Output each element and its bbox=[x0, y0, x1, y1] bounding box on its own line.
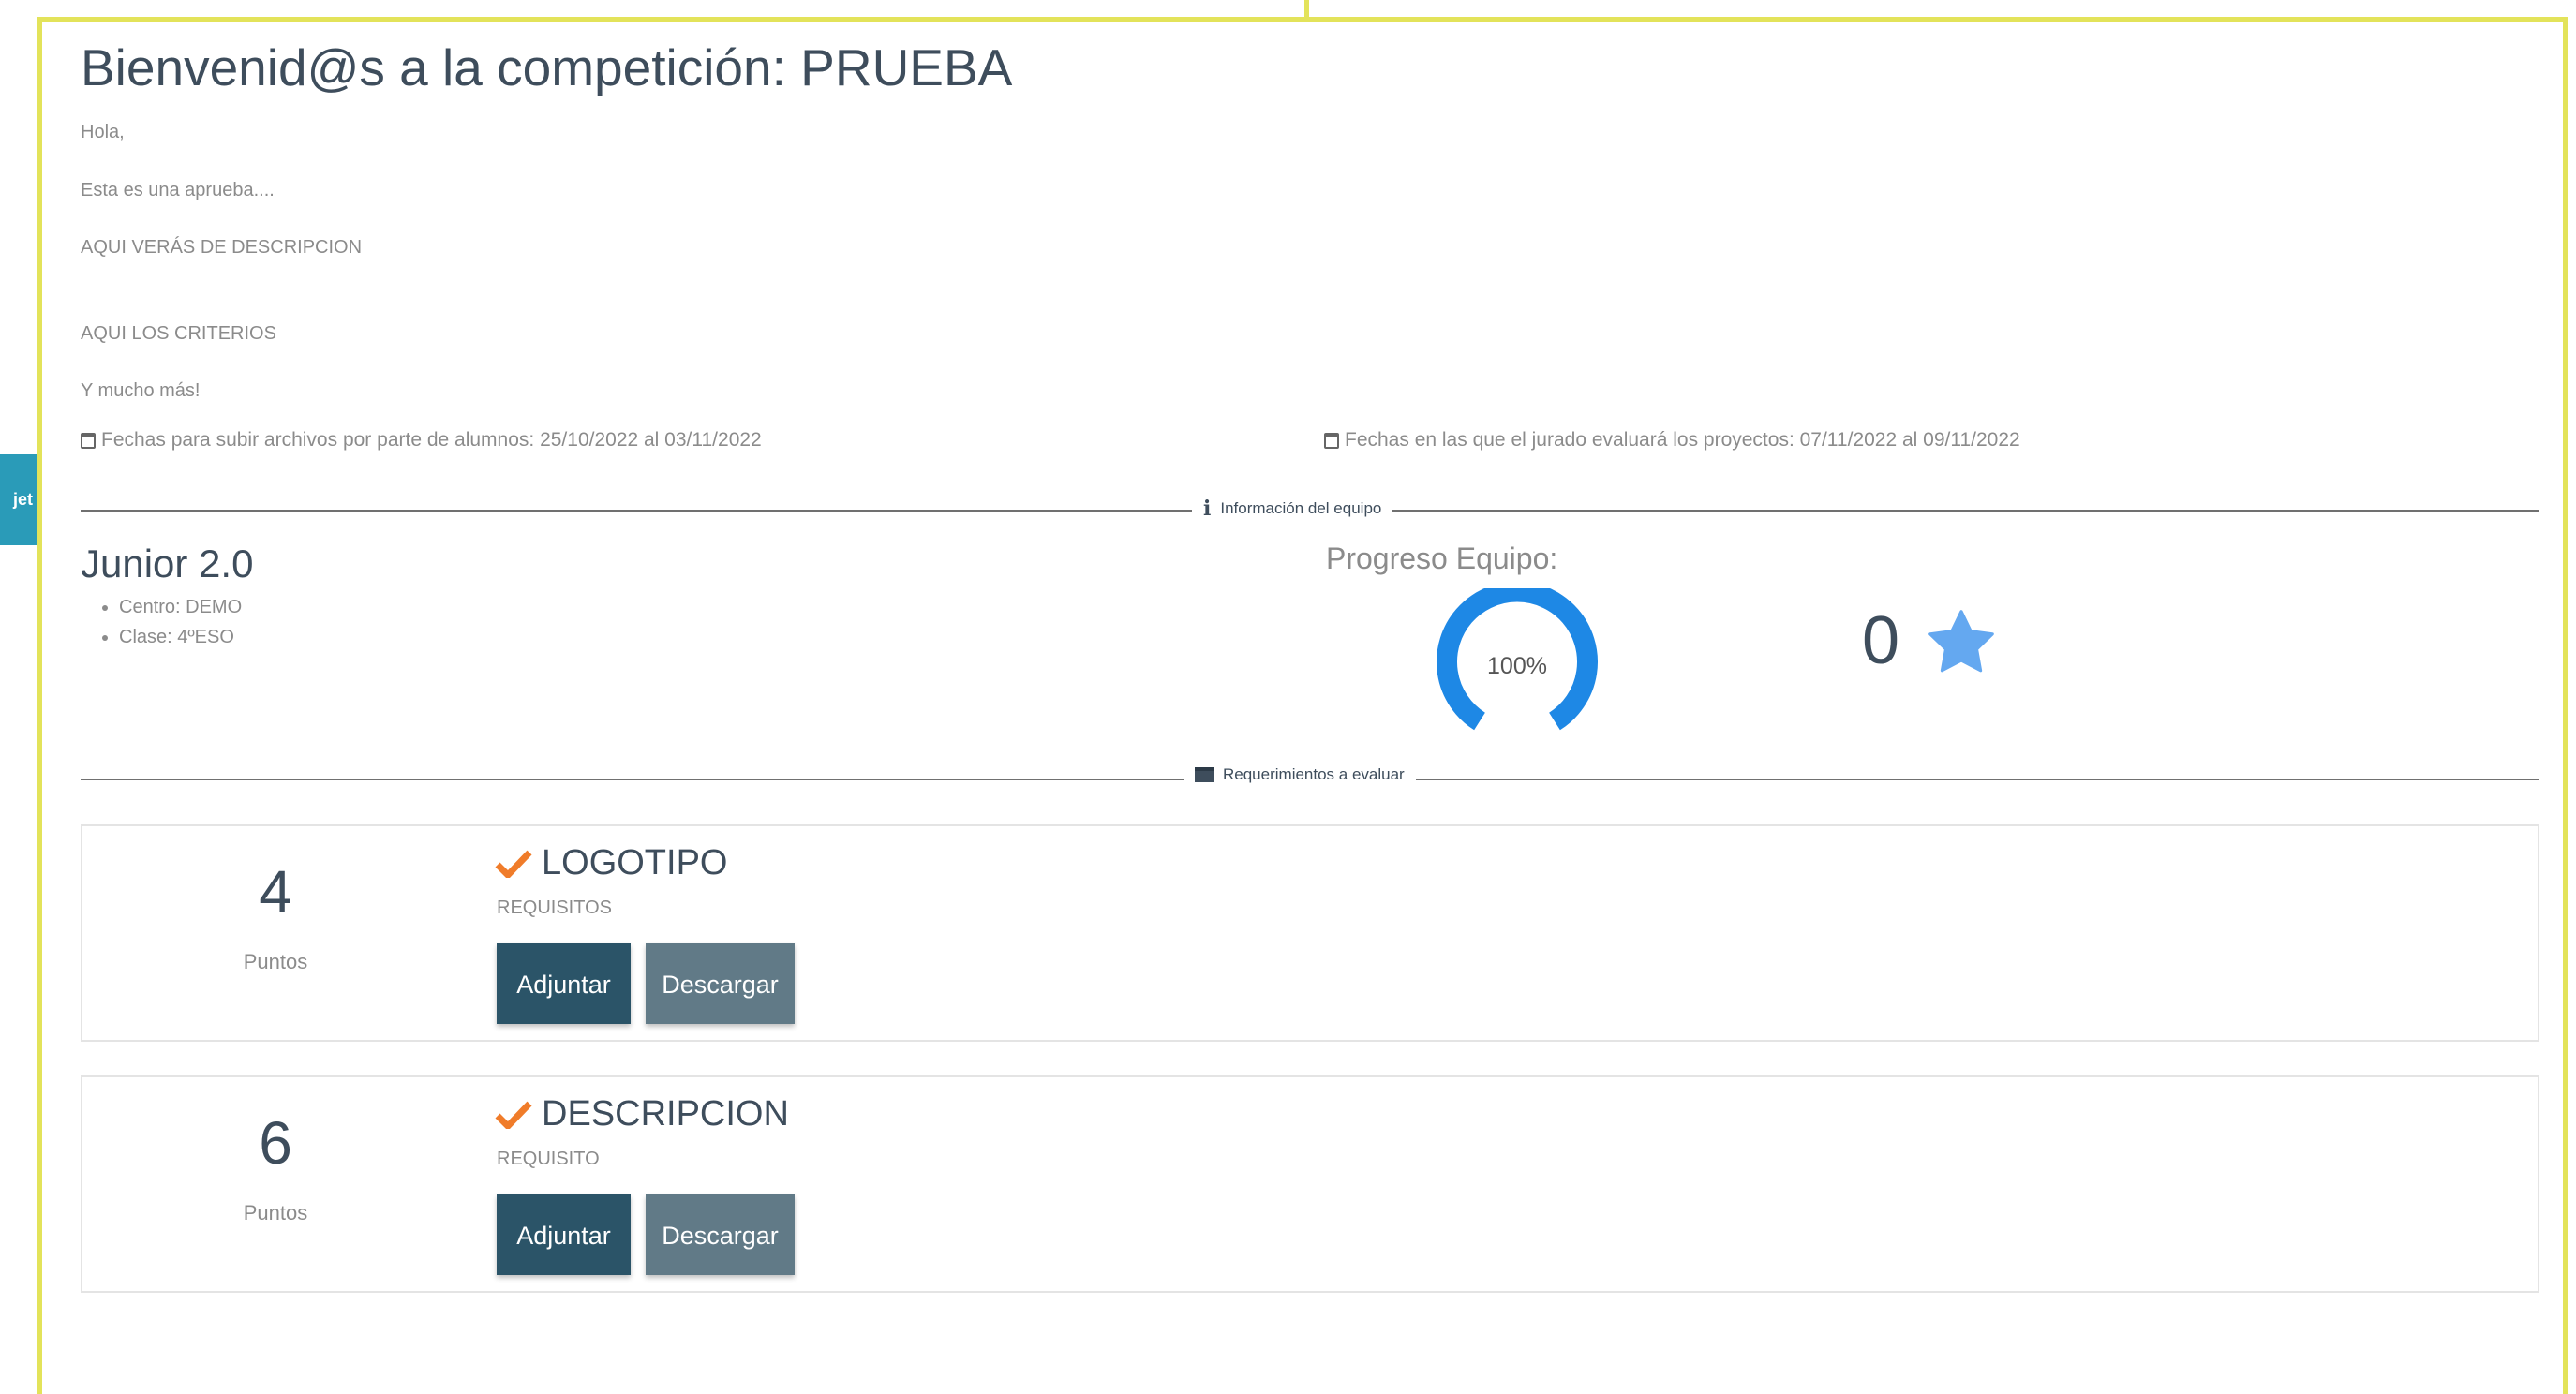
requirement-title: DESCRIPCION bbox=[495, 1094, 789, 1134]
requirement-card: 6 Puntos DESCRIPCION REQUISITO Adjuntar … bbox=[81, 1075, 2539, 1293]
side-tab-label: jet bbox=[13, 490, 34, 509]
description-line: AQUI LOS CRITERIOS bbox=[81, 323, 276, 344]
download-button[interactable]: Descargar bbox=[646, 1194, 795, 1275]
stars-count: 0 bbox=[1862, 603, 1900, 678]
requirements-heading: Requerimientos a evaluar bbox=[1184, 765, 1416, 784]
jury-dates-text: Fechas en las que el jurado evaluará los… bbox=[1345, 429, 2020, 451]
download-button[interactable]: Descargar bbox=[646, 943, 795, 1024]
upload-dates: Fechas para subir archivos por parte de … bbox=[81, 429, 762, 452]
team-info-heading-text: Información del equipo bbox=[1220, 499, 1382, 517]
requirement-subtitle: REQUISITOS bbox=[497, 897, 612, 918]
requirement-points: 4 bbox=[259, 858, 292, 926]
description-line: AQUI VERÁS DE DESCRIPCION bbox=[81, 237, 363, 258]
description-line: Hola, bbox=[81, 122, 125, 142]
check-icon bbox=[495, 1101, 532, 1129]
attach-button[interactable]: Adjuntar bbox=[497, 1194, 631, 1275]
requirement-title: LOGOTIPO bbox=[495, 843, 727, 883]
frame-notch bbox=[1304, 0, 1309, 17]
description-line: Y mucho más! bbox=[81, 380, 201, 401]
team-detail-centro: Centro: DEMO bbox=[119, 592, 242, 622]
attach-button[interactable]: Adjuntar bbox=[497, 943, 631, 1024]
page-title: Bienvenid@s a la competición: PRUEBA bbox=[81, 38, 1013, 96]
team-name: Junior 2.0 bbox=[81, 541, 254, 586]
description-line: Esta es una aprueba.... bbox=[81, 180, 275, 200]
upload-dates-text: Fechas para subir archivos por parte de … bbox=[101, 429, 762, 451]
jury-dates: Fechas en las que el jurado evaluará los… bbox=[1324, 429, 2020, 452]
requirement-title-text: DESCRIPCION bbox=[542, 1094, 789, 1134]
requirements-heading-text: Requerimientos a evaluar bbox=[1223, 765, 1405, 783]
progress-label: Progreso Equipo: bbox=[1326, 541, 1558, 575]
requirement-title-text: LOGOTIPO bbox=[542, 843, 728, 882]
team-detail-clase: Clase: 4ºESO bbox=[119, 622, 242, 652]
requirement-points-label: Puntos bbox=[243, 1201, 308, 1224]
requirement-subtitle: REQUISITO bbox=[497, 1149, 600, 1169]
requirement-card: 4 Puntos LOGOTIPO REQUISITOS Adjuntar De… bbox=[81, 824, 2539, 1042]
archive-icon bbox=[1195, 767, 1214, 782]
check-icon bbox=[495, 850, 532, 878]
requirement-points-label: Puntos bbox=[243, 950, 308, 973]
star-icon bbox=[1928, 610, 1994, 673]
calendar-icon bbox=[1324, 432, 1339, 449]
info-icon: i bbox=[1203, 497, 1212, 521]
team-info-heading: i Información del equipo bbox=[1192, 497, 1393, 521]
team-details: Centro: DEMO Clase: 4ºESO bbox=[97, 592, 242, 652]
requirement-points: 6 bbox=[259, 1109, 292, 1177]
calendar-icon bbox=[81, 432, 96, 449]
progress-percentage: 100% bbox=[1487, 653, 1547, 679]
side-tab[interactable]: jet bbox=[0, 454, 41, 545]
